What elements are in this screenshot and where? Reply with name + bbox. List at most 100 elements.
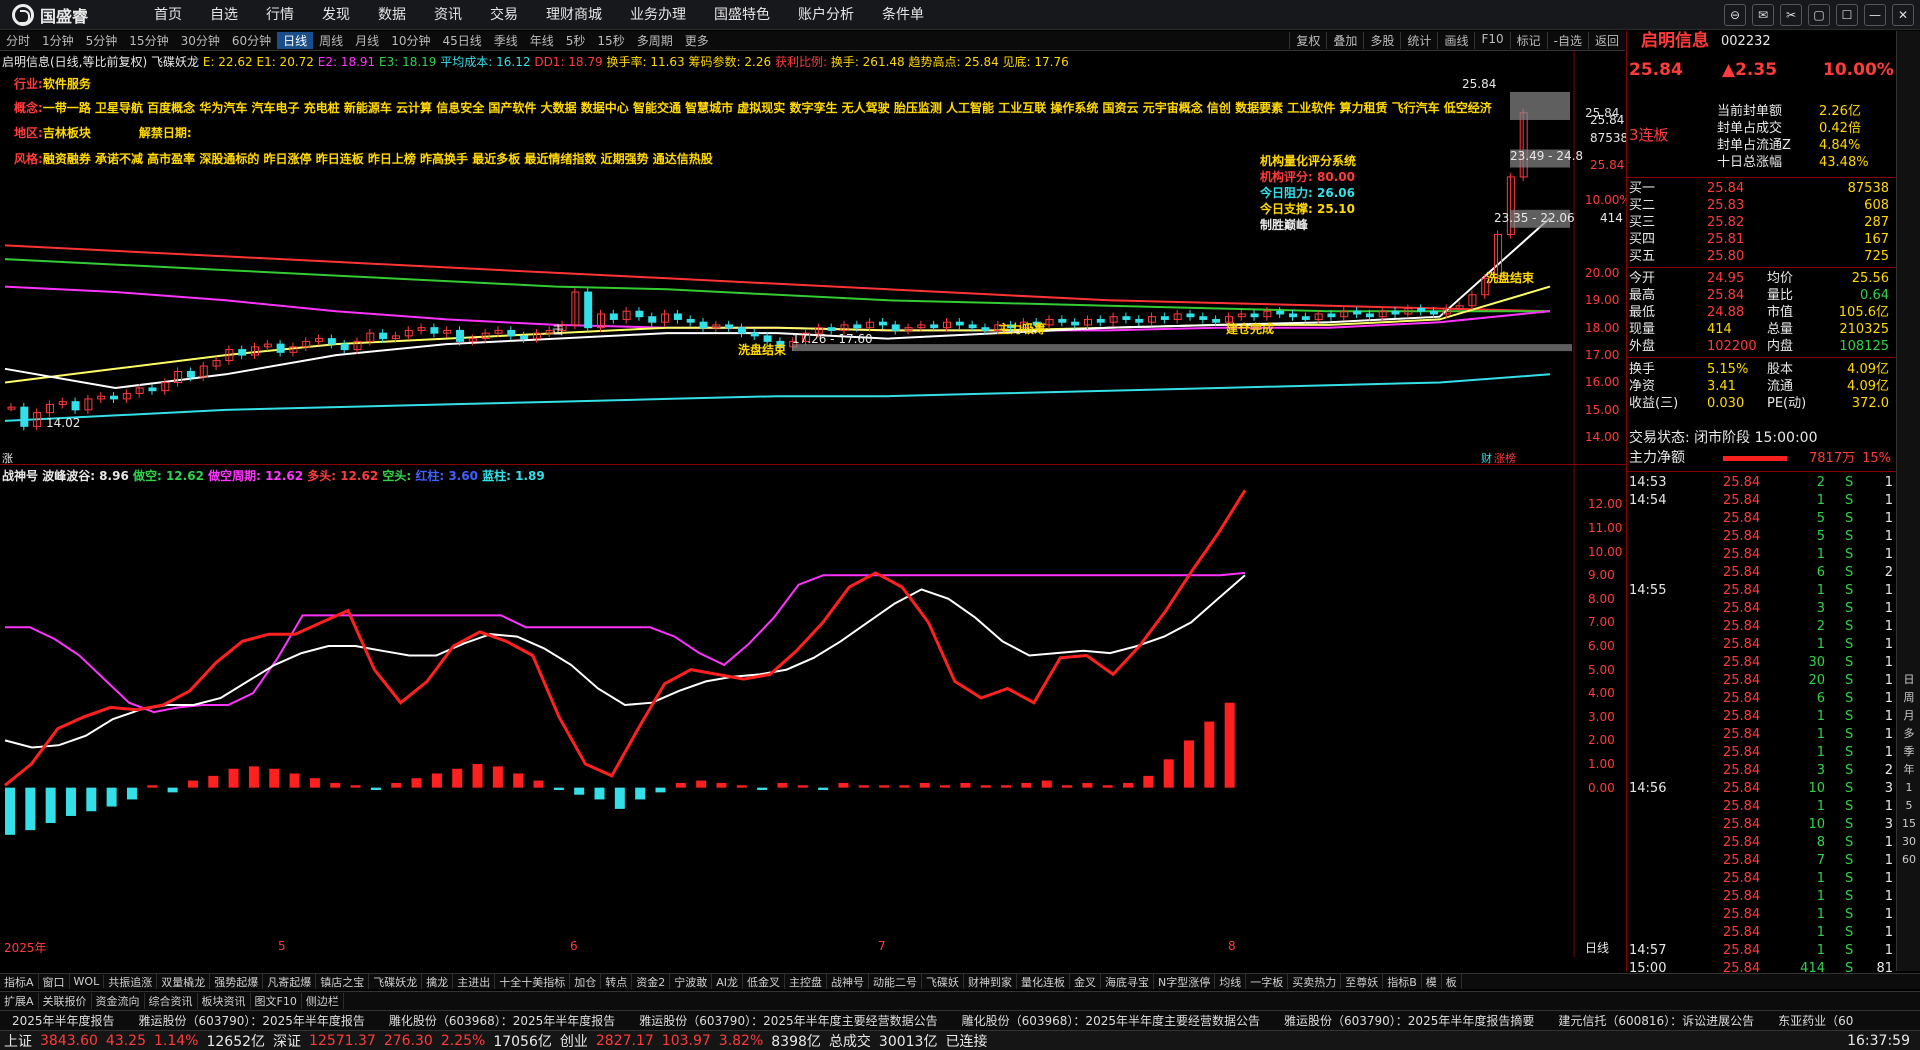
indicator-tab-11[interactable]: 十全十美指标 <box>495 974 571 989</box>
ext-tab-1[interactable]: 关联报价 <box>39 993 92 1009</box>
period-tab-8[interactable]: 月线 <box>349 32 385 49</box>
indicator-tab-0[interactable]: 指标A <box>0 974 39 989</box>
window-button-icon-3[interactable]: ▢ <box>1808 4 1830 26</box>
indicator-tab-12[interactable]: 加仓 <box>570 974 602 989</box>
kline-chart[interactable]: 启明信息(日线,等比前复权) 飞碟妖龙 E: 22.62 E1: 20.72 E… <box>0 51 1631 465</box>
side-period-4[interactable]: 季 <box>1897 743 1920 761</box>
indicator-tab-7[interactable]: 镇店之宝 <box>316 974 370 989</box>
window-button-icon-5[interactable]: — <box>1864 4 1886 26</box>
indicator-tab-8[interactable]: 飞碟妖龙 <box>369 974 423 989</box>
indicator-tab-20[interactable]: 动能二号 <box>869 974 922 989</box>
news-item-5[interactable]: 雅运股份（603790）：2025年半年度报告摘要 <box>1272 1012 1546 1029</box>
indicator-tab-29[interactable]: 买卖热力 <box>1288 974 1342 989</box>
indicator-tab-32[interactable]: 模 <box>1422 974 1442 989</box>
menu-item-5[interactable]: 资讯 <box>420 0 476 30</box>
ext-tab-6[interactable]: 侧边栏 <box>302 993 344 1009</box>
indicator-tab-1[interactable]: 窗口 <box>39 974 70 989</box>
menu-item-2[interactable]: 行情 <box>252 0 308 30</box>
window-button-icon-1[interactable]: ✉ <box>1752 4 1774 26</box>
menu-item-10[interactable]: 账户分析 <box>784 0 868 30</box>
ext-tab-3[interactable]: 综合资讯 <box>145 993 198 1009</box>
side-period-3[interactable]: 多 <box>1897 725 1920 743</box>
news-item-0[interactable]: 2025年半年度报告 <box>0 1012 127 1029</box>
news-item-4[interactable]: 雕化股份（603968）：2025年半年度主要经营数据公告 <box>950 1012 1272 1029</box>
indicator-tab-26[interactable]: N字型涨停 <box>1154 974 1216 989</box>
tool-button-1[interactable]: 叠加 <box>1326 32 1363 49</box>
indicator-tab-21[interactable]: 飞碟妖 <box>922 974 964 989</box>
news-item-7[interactable]: 东亚药业（60 <box>1766 1012 1865 1029</box>
news-item-1[interactable]: 雅运股份（603790）：2025年半年度报告 <box>127 1012 377 1029</box>
menu-item-11[interactable]: 条件单 <box>868 0 938 30</box>
side-period-5[interactable]: 年 <box>1897 761 1920 779</box>
indicator-tab-17[interactable]: 低金叉 <box>743 974 785 989</box>
news-item-3[interactable]: 雅运股份（603790）：2025年半年度主要经营数据公告 <box>627 1012 949 1029</box>
side-period-10[interactable]: 60 <box>1897 851 1920 869</box>
tool-button-4[interactable]: 画线 <box>1437 32 1474 49</box>
tool-button-6[interactable]: 标记 <box>1509 32 1547 49</box>
indicator-tab-33[interactable]: 板 <box>1442 974 1462 989</box>
period-tab-14[interactable]: 15秒 <box>591 32 630 49</box>
side-period-1[interactable]: 周 <box>1897 689 1920 707</box>
ext-tab-2[interactable]: 资金流向 <box>92 993 145 1009</box>
indicator-tab-10[interactable]: 主进出 <box>453 974 496 989</box>
menu-item-0[interactable]: 首页 <box>140 0 196 30</box>
indicator-tab-5[interactable]: 强势起爆 <box>210 974 264 989</box>
indicator-tab-25[interactable]: 海底寻宝 <box>1101 974 1154 989</box>
tool-button-8[interactable]: 返回 <box>1587 32 1625 49</box>
period-tab-0[interactable]: 分时 <box>0 32 36 49</box>
period-tab-2[interactable]: 5分钟 <box>80 32 124 49</box>
period-tab-9[interactable]: 10分钟 <box>385 32 436 49</box>
period-tab-16[interactable]: 更多 <box>679 32 715 49</box>
menu-item-1[interactable]: 自选 <box>196 0 252 30</box>
side-period-9[interactable]: 30 <box>1897 833 1920 851</box>
menu-item-8[interactable]: 业务办理 <box>616 0 700 30</box>
window-button-icon-2[interactable]: ✂ <box>1780 4 1802 26</box>
tool-button-0[interactable]: 复权 <box>1289 32 1326 49</box>
indicator-tab-30[interactable]: 至尊妖 <box>1341 974 1384 989</box>
side-period-2[interactable]: 月 <box>1897 707 1920 725</box>
window-button-icon-4[interactable]: ☐ <box>1836 4 1858 26</box>
period-tab-7[interactable]: 周线 <box>313 32 349 49</box>
menu-item-3[interactable]: 发现 <box>308 0 364 30</box>
menu-item-7[interactable]: 理财商城 <box>532 0 616 30</box>
news-item-6[interactable]: 建元信托（600816）：诉讼进展公告 <box>1546 1012 1766 1029</box>
indicator-tab-13[interactable]: 转点 <box>601 974 633 989</box>
side-period-7[interactable]: 5 <box>1897 797 1920 815</box>
window-button-icon-0[interactable]: ⊖ <box>1724 4 1746 26</box>
ext-tab-4[interactable]: 板块资讯 <box>198 993 251 1009</box>
period-tab-13[interactable]: 5秒 <box>560 32 592 49</box>
period-tab-10[interactable]: 45日线 <box>436 32 487 49</box>
indicator-tab-15[interactable]: 宁波敢 <box>670 974 713 989</box>
side-period-8[interactable]: 15 <box>1897 815 1920 833</box>
indicator-tab-31[interactable]: 指标B <box>1383 974 1422 989</box>
tool-button-3[interactable]: 统计 <box>1400 32 1437 49</box>
ext-tab-0[interactable]: 扩展A <box>0 993 39 1009</box>
ext-tab-5[interactable]: 图文F10 <box>251 993 302 1009</box>
side-period-0[interactable]: 日 <box>1897 671 1920 689</box>
period-tab-4[interactable]: 30分钟 <box>175 32 226 49</box>
indicator-chart[interactable]: 战神号 波峰波谷: 8.96 做空: 12.62 做空周期: 12.62 多头:… <box>0 464 1625 957</box>
menu-item-9[interactable]: 国盛特色 <box>700 0 784 30</box>
indicator-tab-24[interactable]: 金叉 <box>1070 974 1101 989</box>
indicator-tab-19[interactable]: 战神号 <box>827 974 869 989</box>
indicator-tab-14[interactable]: 资金2 <box>632 974 671 989</box>
period-tab-15[interactable]: 多周期 <box>631 32 679 49</box>
period-tab-5[interactable]: 60分钟 <box>226 32 277 49</box>
indicator-tab-22[interactable]: 财神到家 <box>964 974 1017 989</box>
indicator-tab-23[interactable]: 量化连板 <box>1017 974 1070 989</box>
app-logo[interactable]: 国盛睿 <box>0 3 140 27</box>
indicator-tab-18[interactable]: 主控盘 <box>785 974 827 989</box>
indicator-tab-16[interactable]: AI龙 <box>712 974 743 989</box>
indicator-tab-6[interactable]: 凡寄起爆 <box>263 974 317 989</box>
indicator-tab-28[interactable]: 一字板 <box>1246 974 1289 989</box>
indicator-tab-2[interactable]: WOL <box>70 975 105 988</box>
period-tab-3[interactable]: 15分钟 <box>123 32 174 49</box>
period-tab-1[interactable]: 1分钟 <box>36 32 80 49</box>
period-tab-6[interactable]: 日线 <box>277 32 314 49</box>
indicator-tab-3[interactable]: 共振追涨 <box>104 974 158 989</box>
tool-button-2[interactable]: 多股 <box>1363 32 1400 49</box>
menu-item-6[interactable]: 交易 <box>476 0 532 30</box>
indicator-tab-9[interactable]: 擒龙 <box>422 974 454 989</box>
tool-button-5[interactable]: F10 <box>1474 32 1509 49</box>
tool-button-7[interactable]: -自选 <box>1546 32 1588 49</box>
